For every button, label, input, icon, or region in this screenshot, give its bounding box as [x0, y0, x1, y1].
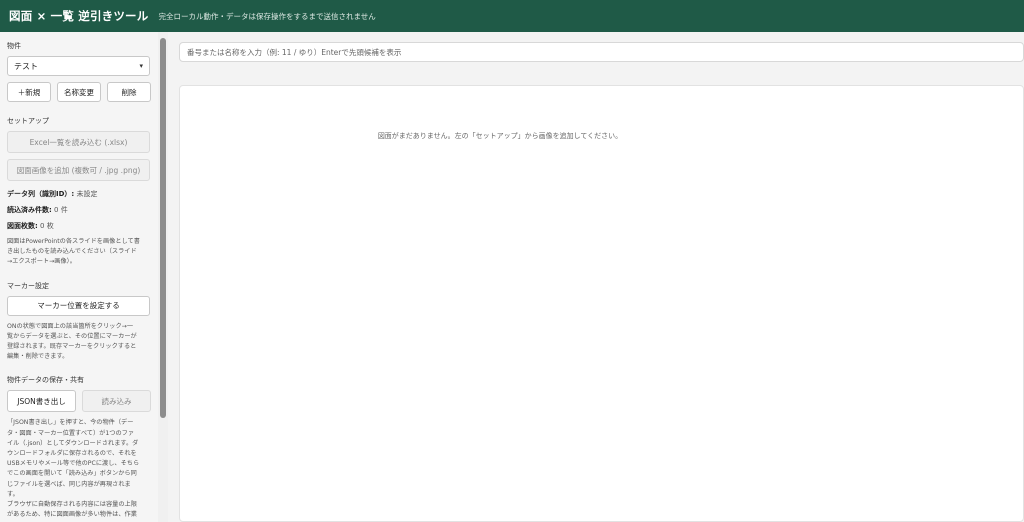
data-column-label: データ列（識別ID）:: [7, 190, 75, 198]
json-import-button[interactable]: 読み込み: [82, 390, 151, 413]
setup-note-line: →エクスポート→画像）。: [7, 258, 76, 266]
property-select[interactable]: テスト ▾: [7, 56, 150, 76]
new-property-button[interactable]: ＋新規: [7, 82, 51, 102]
property-select-value: テスト: [14, 61, 38, 71]
rename-property-button[interactable]: 名称変更: [57, 82, 101, 102]
drawing-count-stat: 図面枚数: 0 枚: [7, 221, 151, 231]
save-note-line: す。: [7, 490, 19, 498]
json-export-button[interactable]: JSON書き出し: [7, 390, 76, 413]
marker-note: ONの状態で図面上の該当箇所をクリック→一 覧からデータを選ぶと、その位置にマー…: [7, 322, 151, 363]
marker-note-line: 登録されます。既存マーカーをクリックすると: [7, 343, 137, 351]
loaded-count-stat: 読込済み件数: 0 件: [7, 205, 151, 215]
drawing-count-label: 図面枚数:: [7, 222, 38, 230]
setup-note: 図面はPowerPointの各スライドを画像として書 き出したものを読み込んでく…: [7, 237, 151, 268]
save-note-line: じファイルを選べば、同じ内容が再現されま: [7, 480, 131, 488]
save-note-line: 「JSON書き出し」を押すと、今の物件（デー: [7, 419, 134, 427]
setup-section-label: セットアップ: [7, 117, 49, 125]
data-column-value: 未設定: [76, 190, 98, 198]
marker-note-line: ONの状態で図面上の該当箇所をクリック→一: [7, 322, 134, 330]
save-note-line: でこの画面を開いて「読み込み」ボタンから同: [7, 470, 137, 478]
sidebar-scrollbar-thumb[interactable]: [160, 38, 166, 418]
marker-note-line: 編集・削除できます。: [7, 353, 69, 361]
delete-property-button[interactable]: 削除: [107, 82, 151, 102]
loaded-count-value: 0 件: [54, 206, 68, 214]
drawing-count-value: 0 枚: [40, 222, 54, 230]
app-subtitle: 完全ローカル動作・データは保存操作をするまで送信されません: [158, 11, 376, 21]
search-input[interactable]: 番号または名称を入力（例: 11 / ゆり）Enterで先頭候補を表示: [179, 42, 1024, 62]
marker-section-label: マーカー設定: [7, 281, 49, 290]
save-actions: JSON書き出し 読み込み: [7, 390, 151, 413]
loaded-count-label: 読込済み件数:: [7, 206, 52, 214]
sidebar-scrollbar[interactable]: [158, 32, 168, 522]
marker-note-line: 覧からデータを選ぶと、その位置にマーカーが: [7, 332, 137, 340]
save-note-line: があるため、特に図面画像が多い物件は、作業: [7, 511, 137, 519]
setup-note-line: き出したものを読み込んでください（スライド: [7, 248, 137, 256]
data-column-stat: データ列（識別ID）: 未設定: [7, 189, 151, 199]
set-marker-position-button[interactable]: マーカー位置を設定する: [7, 295, 150, 316]
app-header: 図面 × 一覧 逆引きツール 完全ローカル動作・データは保存操作をするまで送信さ…: [0, 0, 1024, 32]
property-section-label: 物件: [7, 42, 21, 50]
chevron-down-icon: ▾: [139, 62, 143, 70]
add-drawing-images-button[interactable]: 図面画像を追加 (複数可 / .jpg .png): [7, 159, 150, 181]
empty-state-message: 図面がまだありません。左の「セットアップ」から画像を追加してください。: [377, 132, 623, 140]
setup-note-line: 図面はPowerPointの各スライドを画像として書: [7, 238, 140, 245]
sidebar: 物件 テスト ▾ ＋新規 名称変更 削除 セットアップ Excel一覧を読み込む…: [0, 32, 158, 522]
save-note: 「JSON書き出し」を押すと、今の物件（デー タ・図面・マーカー位置すべて）が1…: [7, 418, 151, 520]
save-note-line: USBメモリやメール等で他のPCに渡し、そちら: [7, 460, 140, 468]
save-note-line: タ・図面・マーカー位置すべて）が1つのファ: [7, 429, 135, 437]
save-note-line: イル（.json）としてダウンロードされます。ダ: [7, 439, 139, 447]
property-actions: ＋新規 名称変更 削除: [7, 82, 151, 102]
drawing-canvas[interactable]: 図面がまだありません。左の「セットアップ」から画像を追加してください。: [179, 85, 1024, 522]
main-area: 番号または名称を入力（例: 11 / ゆり）Enterで先頭候補を表示 図面がま…: [168, 32, 1024, 522]
app-title: 図面 × 一覧 逆引きツール: [9, 9, 149, 23]
save-note-line: ウンロードフォルダに保存されるので、それを: [7, 450, 137, 458]
save-section-label: 物件データの保存・共有: [7, 376, 84, 385]
load-excel-button[interactable]: Excel一覧を読み込む (.xlsx): [7, 131, 150, 153]
save-note-line: ブラウザに自動保存される内容には容量の上限: [7, 501, 137, 509]
